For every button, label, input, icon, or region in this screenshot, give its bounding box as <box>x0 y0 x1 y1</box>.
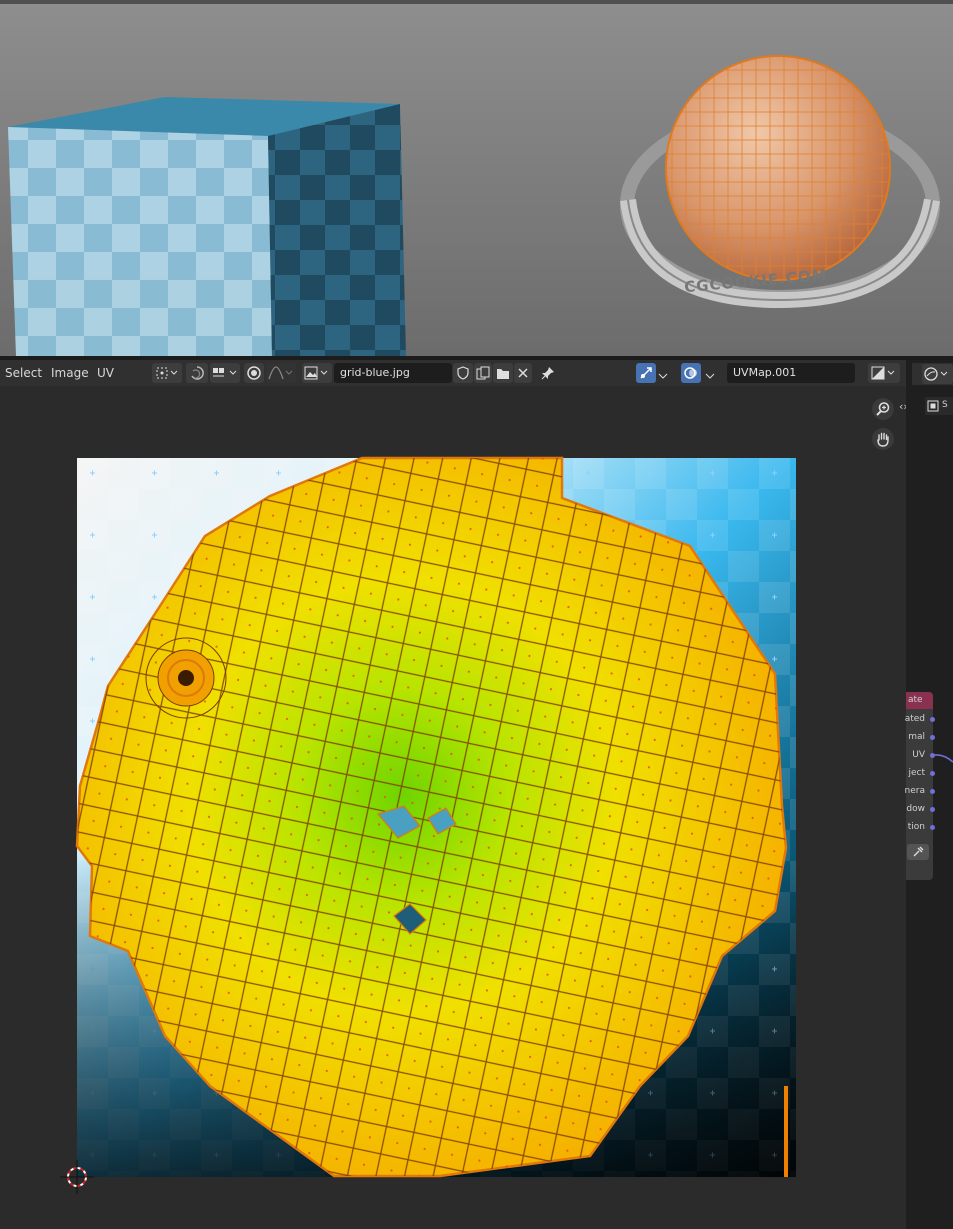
overlay-toggle[interactable] <box>681 363 701 383</box>
node-editor-header <box>912 363 953 385</box>
node-socket[interactable] <box>930 717 935 722</box>
select-mode-icon <box>156 367 178 379</box>
menu-select[interactable]: Select <box>5 366 42 380</box>
texture-coordinate-node[interactable]: ate ated mal UV ject nera dow tion <box>904 692 933 880</box>
sticky-mode-dropdown[interactable] <box>210 363 240 383</box>
image-browse-icon <box>304 366 328 380</box>
unlink-image-button[interactable] <box>514 363 532 383</box>
falloff-icon <box>268 366 293 380</box>
frame-icon <box>927 400 939 412</box>
new-image-button[interactable] <box>474 363 492 383</box>
node-editor-edge: S ate ated mal UV ject nera dow tion <box>904 360 953 1229</box>
sync-selection-icon <box>191 366 204 380</box>
uv-sync-dropdown-arrow[interactable] <box>658 369 668 383</box>
hand-pan-icon <box>877 432 889 447</box>
node-header: ate <box>906 692 933 709</box>
uv-editor-area[interactable]: ‹› <box>0 386 906 1229</box>
node-socket-label: ject <box>908 768 925 778</box>
eyedropper-button[interactable] <box>907 844 929 860</box>
node-socket-label: ated <box>904 714 925 724</box>
chevron-down-icon <box>658 373 668 379</box>
fake-user-shield-icon <box>457 366 469 380</box>
cube-side-face <box>268 104 406 356</box>
select-mode-dropdown[interactable] <box>152 363 182 383</box>
uv-canvas[interactable] <box>0 386 906 1229</box>
node-socket-label: UV <box>912 750 925 760</box>
sticky-selection-button[interactable] <box>186 363 208 383</box>
viewport-shading-icon <box>924 367 948 381</box>
node-link <box>934 754 953 763</box>
menu-image[interactable]: Image <box>51 366 89 380</box>
sticky-selection-icon <box>213 368 237 377</box>
node-socket-label: dow <box>906 804 925 814</box>
pin-button[interactable] <box>538 363 558 383</box>
node-socket[interactable] <box>930 807 935 812</box>
menu-uv[interactable]: UV <box>97 366 114 380</box>
chevron-down-icon <box>705 373 715 379</box>
sidebar-toggle-arrows[interactable]: ‹› <box>899 400 906 413</box>
node-socket-label: nera <box>904 786 925 796</box>
fake-user-button[interactable] <box>453 363 473 383</box>
open-image-icon <box>497 369 509 379</box>
display-channels-icon <box>871 366 895 380</box>
new-image-icon <box>476 366 490 380</box>
image-name-field[interactable]: grid-blue.jpg <box>334 363 452 383</box>
node-socket-label: mal <box>908 732 925 742</box>
display-channels-dropdown[interactable] <box>868 363 900 383</box>
overlay-icon <box>684 367 697 379</box>
proportional-editing-toggle[interactable] <box>244 363 264 383</box>
frame-selected-button[interactable]: S <box>925 397 953 415</box>
open-image-button[interactable] <box>493 363 513 383</box>
node-socket[interactable] <box>930 825 935 830</box>
node-title-fragment: ate <box>908 695 923 705</box>
uv-sync-toggle[interactable] <box>636 363 656 383</box>
viewport-shading-dropdown[interactable] <box>922 364 953 384</box>
node-socket-label: tion <box>907 822 925 832</box>
pan-button[interactable] <box>872 428 894 450</box>
zoom-button[interactable] <box>872 398 894 420</box>
zoom-icon <box>876 402 890 416</box>
uv-map-field[interactable]: UVMap.001 <box>727 363 855 383</box>
proportional-icon <box>247 366 261 380</box>
pin-icon <box>541 367 554 380</box>
uv-sync-icon <box>640 367 652 379</box>
node-socket[interactable] <box>930 771 935 776</box>
uv-editor-header: Select Image UV grid-blue.jpg UVMap.001 <box>0 360 906 386</box>
overlay-dropdown-arrow[interactable] <box>705 369 715 383</box>
unlink-x-icon <box>518 368 528 378</box>
image-browse-dropdown[interactable] <box>302 363 332 383</box>
falloff-dropdown[interactable] <box>266 363 296 383</box>
3d-viewport[interactable]: CGCOOKIE.COM <box>0 0 953 356</box>
node-socket[interactable] <box>930 735 935 740</box>
eyedropper-icon <box>913 846 924 857</box>
sidebar-tab-fragment: S <box>942 400 948 410</box>
node-socket[interactable] <box>930 789 935 794</box>
uv-pole <box>145 637 227 719</box>
viewport-scene <box>8 55 940 356</box>
